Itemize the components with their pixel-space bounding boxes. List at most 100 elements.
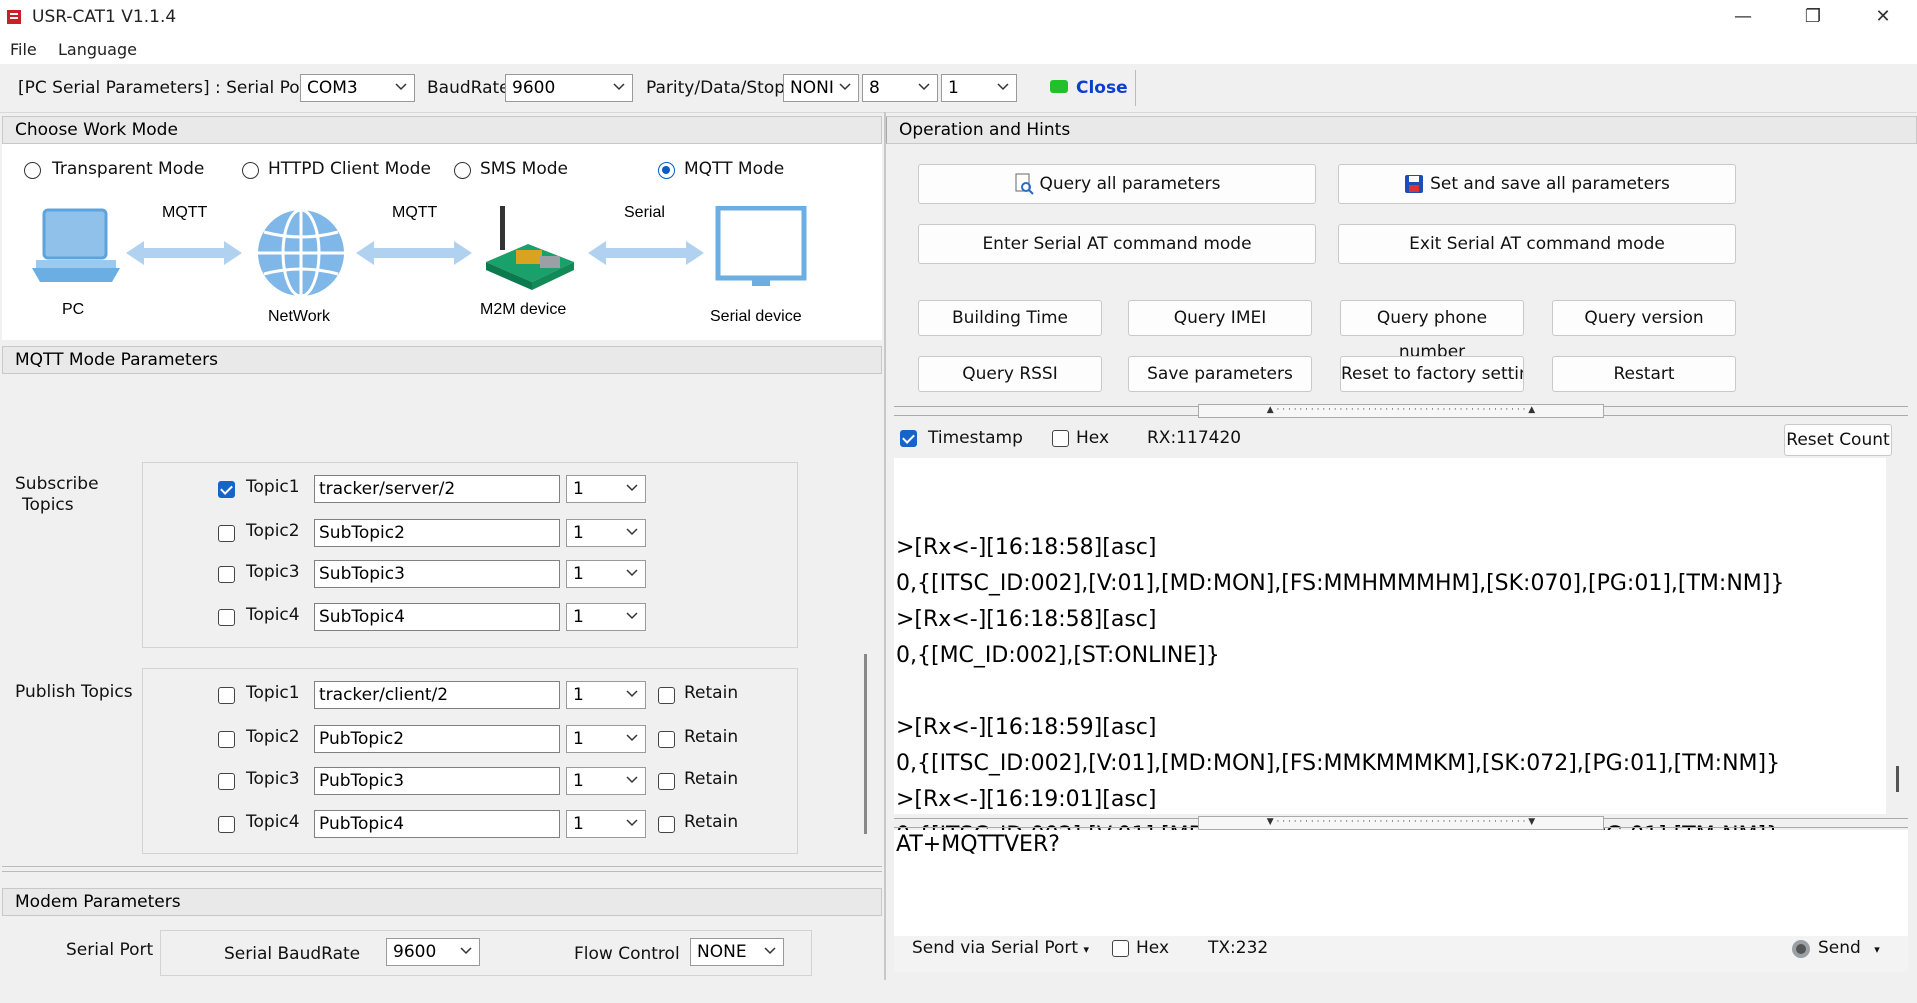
radio-transparent-mode[interactable] xyxy=(24,162,41,179)
splitter-handle-bottom[interactable]: ▼ · · · · · · · · · · · · · · · · · · · … xyxy=(1198,816,1604,830)
save-disk-icon xyxy=(1405,175,1424,193)
radio-mqtt-mode[interactable] xyxy=(658,162,675,179)
publish-topic-input[interactable]: tracker/client/2 xyxy=(314,681,560,709)
log-scrollbar-thumb[interactable] xyxy=(1896,766,1899,792)
subscribe-topic-input[interactable]: SubTopic4 xyxy=(314,603,560,631)
exit-at-mode-button[interactable]: Exit Serial AT command mode xyxy=(1338,224,1736,264)
parity-select[interactable]: NONI xyxy=(783,74,859,102)
pc-label: PC xyxy=(62,301,85,318)
title-bar: USR-CAT1 V1.1.4 — ❐ ✕ xyxy=(0,0,1917,34)
subscribe-topic-checkbox[interactable] xyxy=(218,525,235,542)
retain-checkbox[interactable] xyxy=(658,773,675,790)
send-via-label[interactable]: Send via Serial Port ▾ xyxy=(912,938,1089,958)
data-bits-select[interactable]: 8 xyxy=(862,74,938,102)
publish-qos-select[interactable]: 1 xyxy=(566,810,646,838)
close-window-button[interactable]: ✕ xyxy=(1852,0,1914,34)
send-label: Send xyxy=(1818,938,1861,958)
send-bar: Send via Serial Port ▾ Hex TX:232 Send ▾ xyxy=(894,936,1908,972)
query-all-button[interactable]: Query all parameters xyxy=(918,164,1316,204)
save-parameters-button[interactable]: Save parameters xyxy=(1128,356,1312,392)
retain-label: Retain xyxy=(684,812,739,832)
scrollbar[interactable] xyxy=(864,654,867,834)
send-button[interactable]: Send ▾ xyxy=(1818,938,1880,958)
chevron-down-icon xyxy=(626,528,638,536)
panel-splitter[interactable] xyxy=(2,866,882,872)
publish-topic-checkbox[interactable] xyxy=(218,731,235,748)
retain-checkbox[interactable] xyxy=(658,687,675,704)
modem-params-panel: Serial Port Serial BaudRate 9600 Flow Co… xyxy=(2,916,882,978)
query-imei-button[interactable]: Query IMEI xyxy=(1128,300,1312,336)
publish-topic-input[interactable]: PubTopic2 xyxy=(314,725,560,753)
subscribe-qos-select[interactable]: 1 xyxy=(566,560,646,588)
subscribe-qos-select[interactable]: 1 xyxy=(566,475,646,503)
send-input[interactable]: AT+MQTTVER? xyxy=(894,830,1908,936)
publish-qos-select[interactable]: 1 xyxy=(566,767,646,795)
subscribe-topic-input[interactable]: SubTopic3 xyxy=(314,560,560,588)
splitter-handle-top[interactable]: ▲ · · · · · · · · · · · · · · · · · · · … xyxy=(1198,404,1604,418)
baudrate-select[interactable]: 9600 xyxy=(505,74,633,102)
retain-checkbox[interactable] xyxy=(658,731,675,748)
radio-sms-mode[interactable] xyxy=(454,162,471,179)
tx-hex-checkbox[interactable] xyxy=(1112,940,1129,957)
subscribe-qos-select[interactable]: 1 xyxy=(566,603,646,631)
set-save-all-button[interactable]: Set and save all parameters xyxy=(1338,164,1736,204)
subscribe-topic-checkbox[interactable] xyxy=(218,481,235,498)
chevron-down-icon xyxy=(839,83,851,91)
modem-baudrate-select[interactable]: 9600 xyxy=(386,938,480,966)
menu-bar: File Language xyxy=(0,34,1917,64)
subscribe-topic-label: Topic2 xyxy=(246,521,300,541)
subscribe-topic-checkbox[interactable] xyxy=(218,609,235,626)
serial-port-select[interactable]: COM3 xyxy=(300,74,415,102)
publish-topic-input[interactable]: PubTopic4 xyxy=(314,810,560,838)
mqtt-mode-label: MQTT Mode xyxy=(684,159,785,179)
publish-topic-input[interactable]: PubTopic3 xyxy=(314,767,560,795)
publish-topic-checkbox[interactable] xyxy=(218,773,235,790)
network-label: NetWork xyxy=(268,308,330,325)
retain-checkbox[interactable] xyxy=(658,816,675,833)
publish-qos-select[interactable]: 1 xyxy=(566,725,646,753)
vertical-divider[interactable] xyxy=(884,112,886,980)
sms-mode-label: SMS Mode xyxy=(480,159,568,179)
query-phone-button[interactable]: Query phone number xyxy=(1340,300,1524,362)
subscribe-topic-checkbox[interactable] xyxy=(218,566,235,583)
restore-button[interactable]: ❐ xyxy=(1782,0,1844,34)
reset-count-button[interactable]: Reset Count xyxy=(1784,424,1892,456)
subscribe-topic-input[interactable]: SubTopic2 xyxy=(314,519,560,547)
publish-qos-select[interactable]: 1 xyxy=(566,681,646,709)
log-line: >[Rx<-][16:18:59][asc] xyxy=(896,715,1157,740)
menu-language[interactable]: Language xyxy=(58,40,137,59)
publish-topic-checkbox[interactable] xyxy=(218,816,235,833)
receive-log[interactable]: >[Rx<-][16:18:58][asc] 0,{[ITSC_ID:002],[… xyxy=(894,458,1886,848)
flow-control-label: Flow Control xyxy=(574,944,680,964)
qos-value: 1 xyxy=(573,523,584,543)
minimize-button[interactable]: — xyxy=(1712,0,1774,34)
close-port-button[interactable]: Close xyxy=(1076,78,1128,98)
query-rssi-button[interactable]: Query RSSI xyxy=(918,356,1102,392)
m2m-device-label: M2M device xyxy=(480,301,567,318)
serial-device-label: Serial device xyxy=(710,308,802,325)
subscribe-topic-input[interactable]: tracker/server/2 xyxy=(314,475,560,503)
subscribe-qos-select[interactable]: 1 xyxy=(566,519,646,547)
enter-at-mode-button[interactable]: Enter Serial AT command mode xyxy=(918,224,1316,264)
modem-params-header: Modem Parameters xyxy=(2,888,882,916)
chevron-down-icon xyxy=(626,569,638,577)
baudrate-value: 9600 xyxy=(512,78,556,98)
query-version-button[interactable]: Query version xyxy=(1552,300,1736,336)
subscribe-topic-label: Topic1 xyxy=(246,477,300,497)
stop-bits-select[interactable]: 1 xyxy=(941,74,1017,102)
chevron-down-icon xyxy=(626,776,638,784)
flow-control-select[interactable]: NONE xyxy=(690,938,784,966)
publish-topic-checkbox[interactable] xyxy=(218,687,235,704)
restart-button[interactable]: Restart xyxy=(1552,356,1736,392)
menu-file[interactable]: File xyxy=(10,40,37,59)
radio-httpd-mode[interactable] xyxy=(242,162,259,179)
modem-serial-port-label: Serial Port xyxy=(66,940,154,960)
chevron-down-icon xyxy=(460,947,472,955)
building-time-button[interactable]: Building Time xyxy=(918,300,1102,336)
timestamp-checkbox[interactable] xyxy=(900,430,917,447)
arrow2-label: MQTT xyxy=(392,204,438,221)
qos-value: 1 xyxy=(573,479,584,499)
reset-factory-button[interactable]: Reset to factory setting xyxy=(1340,356,1524,392)
rx-hex-checkbox[interactable] xyxy=(1052,430,1069,447)
retain-label: Retain xyxy=(684,727,739,747)
